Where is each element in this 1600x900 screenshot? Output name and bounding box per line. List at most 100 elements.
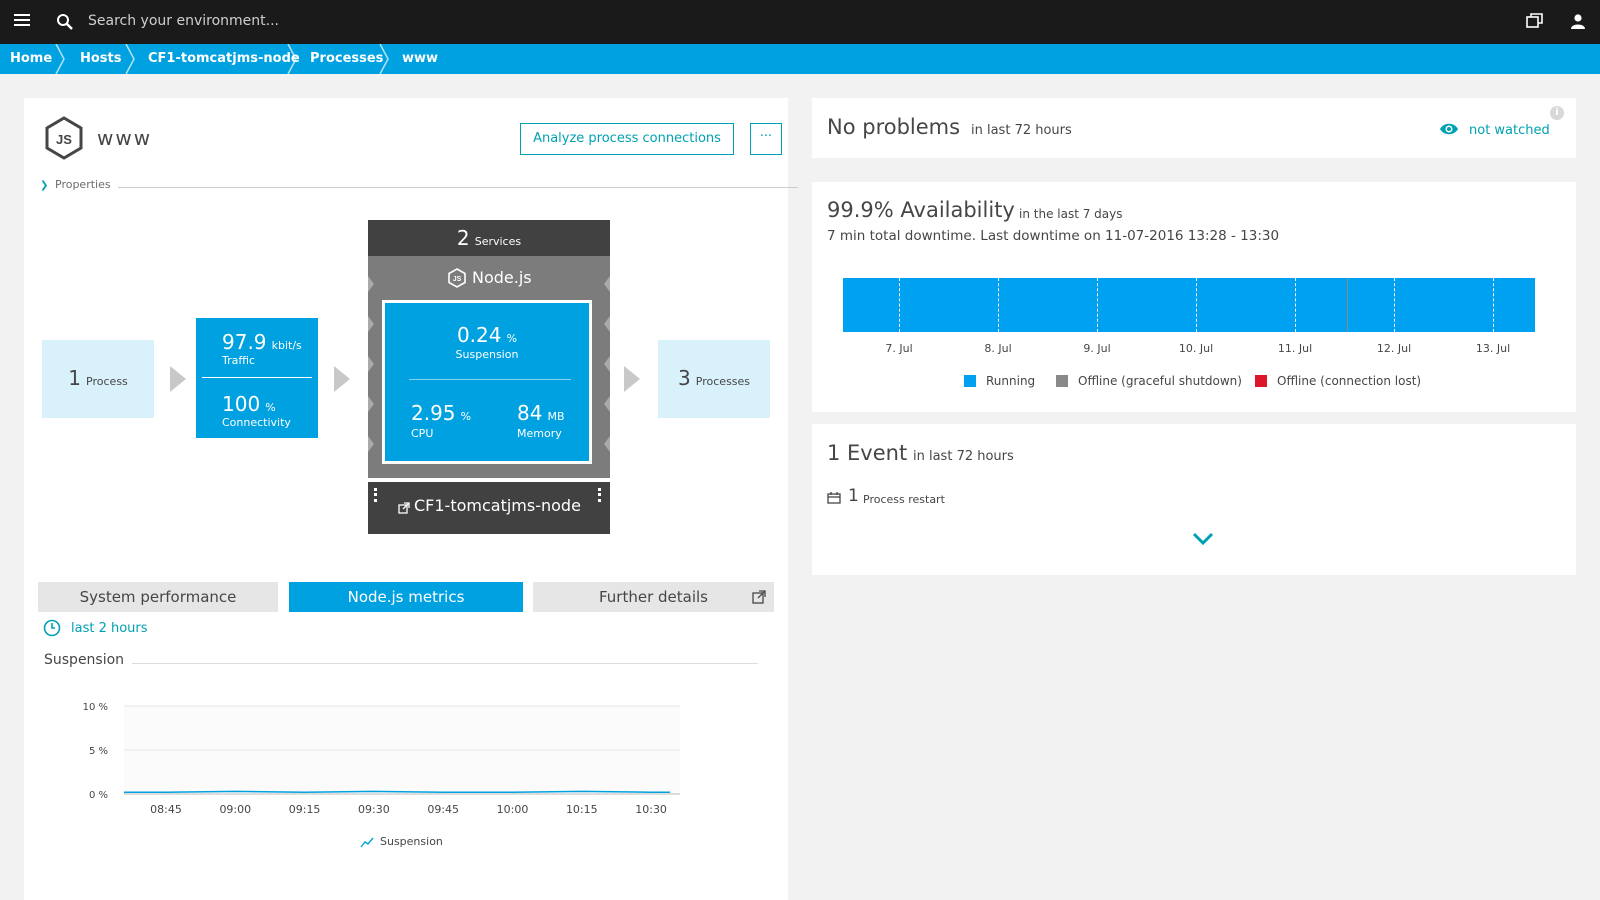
further-details-label: Further details bbox=[598, 588, 708, 606]
event-label[interactable]: Process restart bbox=[863, 493, 945, 506]
suspension-value: 0.24 bbox=[456, 323, 502, 347]
incoming-label: Process bbox=[86, 375, 128, 388]
breadcrumb-separator bbox=[125, 44, 135, 74]
connectivity-label: Connectivity bbox=[222, 416, 291, 429]
availability-detail: 7 min total downtime. Last downtime on 1… bbox=[827, 228, 1280, 244]
day-divider bbox=[1394, 278, 1395, 332]
availability-title: 99.9% Availability bbox=[827, 198, 1015, 222]
process-restart-icon bbox=[827, 492, 841, 504]
incoming-processes-box[interactable]: 1 Process bbox=[42, 340, 154, 418]
search-icon[interactable] bbox=[56, 13, 74, 31]
day-label: 7. Jul bbox=[885, 342, 913, 355]
services-label: Services bbox=[474, 235, 522, 248]
services-header[interactable]: 2 Services bbox=[368, 220, 610, 256]
flow-arrow-icon bbox=[334, 366, 350, 392]
nodejs-hexagon-icon: JS bbox=[45, 116, 83, 160]
external-link-icon[interactable] bbox=[752, 590, 766, 604]
legend-label-running: Running bbox=[986, 374, 1036, 388]
day-divider bbox=[1295, 278, 1296, 332]
analyze-connections-button[interactable]: Analyze process connections bbox=[520, 123, 734, 155]
legend-label-lost: Offline (connection lost) bbox=[1277, 374, 1422, 388]
process-group-block: JS Node.js 0.24 % Suspension 2.95 % CPU … bbox=[368, 256, 610, 478]
breadcrumb-hosts[interactable]: Hosts bbox=[80, 44, 122, 74]
info-icon[interactable]: i bbox=[1550, 106, 1564, 120]
x-tick-label: 08:45 bbox=[150, 803, 182, 816]
day-divider bbox=[998, 278, 999, 332]
connectivity-unit: % bbox=[265, 401, 276, 414]
suspension-chart[interactable]: 10 % 5 % 0 % 08:45 09:00 09:15 09:30 09:45 10:0… bbox=[70, 696, 690, 822]
divider bbox=[409, 379, 571, 380]
top-navigation-bar: Search your environment... bbox=[0, 0, 1600, 44]
x-tick-label: 09:00 bbox=[219, 803, 251, 816]
tab-system-performance[interactable]: System performance bbox=[38, 582, 278, 612]
problems-panel: No problems in last 72 hours not watched… bbox=[812, 98, 1576, 158]
breadcrumb-separator bbox=[379, 44, 389, 74]
day-divider bbox=[1493, 278, 1494, 332]
search-input[interactable]: Search your environment... bbox=[88, 13, 279, 29]
traffic-value: 97.9 bbox=[222, 330, 267, 354]
host-footer[interactable]: CF1-tomcatjms-node bbox=[368, 482, 610, 534]
outgoing-processes-box[interactable]: 3 Processes bbox=[658, 340, 770, 418]
divider bbox=[132, 663, 758, 664]
drag-handle-icon bbox=[374, 488, 377, 502]
watch-toggle[interactable]: not watched bbox=[1469, 123, 1550, 138]
properties-toggle[interactable]: Properties bbox=[55, 178, 111, 191]
legend-swatch-lost bbox=[1255, 375, 1267, 387]
events-title: 1 Event bbox=[827, 441, 908, 465]
availability-subtitle: in the last 7 days bbox=[1019, 207, 1123, 221]
outgoing-count: 3 bbox=[677, 366, 691, 390]
day-label: 10. Jul bbox=[1178, 342, 1214, 355]
flow-arrow-icon bbox=[624, 366, 640, 392]
user-icon[interactable] bbox=[1570, 13, 1586, 29]
problems-subtitle: in last 72 hours bbox=[971, 123, 1072, 138]
connectivity-value: 100 bbox=[222, 392, 261, 416]
day-label: 11. Jul bbox=[1277, 342, 1313, 355]
external-link-icon bbox=[398, 502, 410, 514]
page-title: www bbox=[97, 126, 153, 150]
availability-bar[interactable] bbox=[843, 278, 1535, 332]
chevron-down-icon[interactable] bbox=[1192, 532, 1214, 545]
chart-title: Suspension bbox=[44, 652, 125, 668]
process-metrics-box[interactable]: 0.24 % Suspension 2.95 % CPU 84 MB Memor… bbox=[385, 303, 589, 461]
divider bbox=[118, 187, 798, 188]
clock-icon[interactable] bbox=[43, 619, 61, 637]
downtime-marker[interactable] bbox=[1347, 278, 1348, 332]
svg-text:JS: JS bbox=[56, 132, 72, 147]
nodejs-icon: JS bbox=[448, 268, 466, 288]
tab-further-details[interactable]: Further details bbox=[533, 582, 774, 612]
y-tick-label: 10 % bbox=[83, 702, 108, 713]
technology-label: Node.js bbox=[472, 268, 532, 287]
events-subtitle: in last 72 hours bbox=[913, 449, 1014, 464]
windows-icon[interactable] bbox=[1526, 13, 1544, 29]
day-label: 8. Jul bbox=[984, 342, 1012, 355]
chevron-down-icon[interactable]: ❯ bbox=[40, 180, 48, 191]
suspension-series-line bbox=[124, 790, 670, 793]
cpu-label: CPU bbox=[411, 427, 434, 440]
problems-title: No problems bbox=[827, 115, 961, 139]
x-tick-label: 09:15 bbox=[289, 803, 321, 816]
memory-value: 84 bbox=[517, 401, 543, 425]
legend-swatch-running bbox=[964, 375, 976, 387]
day-label: 9. Jul bbox=[1083, 342, 1111, 355]
flow-arrow-icon bbox=[170, 366, 186, 392]
divider bbox=[202, 377, 312, 378]
x-tick-label: 09:30 bbox=[358, 803, 390, 816]
host-name-link: CF1-tomcatjms-node bbox=[414, 496, 581, 515]
more-options-button[interactable]: ··· bbox=[750, 123, 782, 155]
x-tick-label: 09:45 bbox=[427, 803, 459, 816]
traffic-unit: kbit/s bbox=[271, 339, 302, 352]
breadcrumb: Home Hosts CF1-tomcatjms-node Processes … bbox=[0, 44, 1600, 74]
breadcrumb-processes[interactable]: Processes bbox=[310, 44, 383, 74]
suspension-unit: % bbox=[506, 332, 518, 345]
eye-icon[interactable] bbox=[1439, 122, 1459, 136]
hamburger-menu-icon[interactable] bbox=[14, 14, 30, 28]
traffic-connectivity-box[interactable]: 97.9 kbit/s Traffic 100 % Connectivity bbox=[196, 318, 318, 438]
tab-nodejs-metrics[interactable]: Node.js metrics bbox=[289, 582, 523, 612]
timeframe-selector[interactable]: last 2 hours bbox=[71, 621, 148, 636]
x-tick-label: 10:15 bbox=[566, 803, 598, 816]
breadcrumb-separator bbox=[287, 44, 297, 74]
breadcrumb-home[interactable]: Home bbox=[10, 44, 52, 74]
breadcrumb-current: www bbox=[402, 51, 439, 66]
events-panel: 1 Event in last 72 hours 1 Process resta… bbox=[812, 424, 1576, 575]
breadcrumb-host[interactable]: CF1-tomcatjms-node bbox=[148, 44, 300, 74]
